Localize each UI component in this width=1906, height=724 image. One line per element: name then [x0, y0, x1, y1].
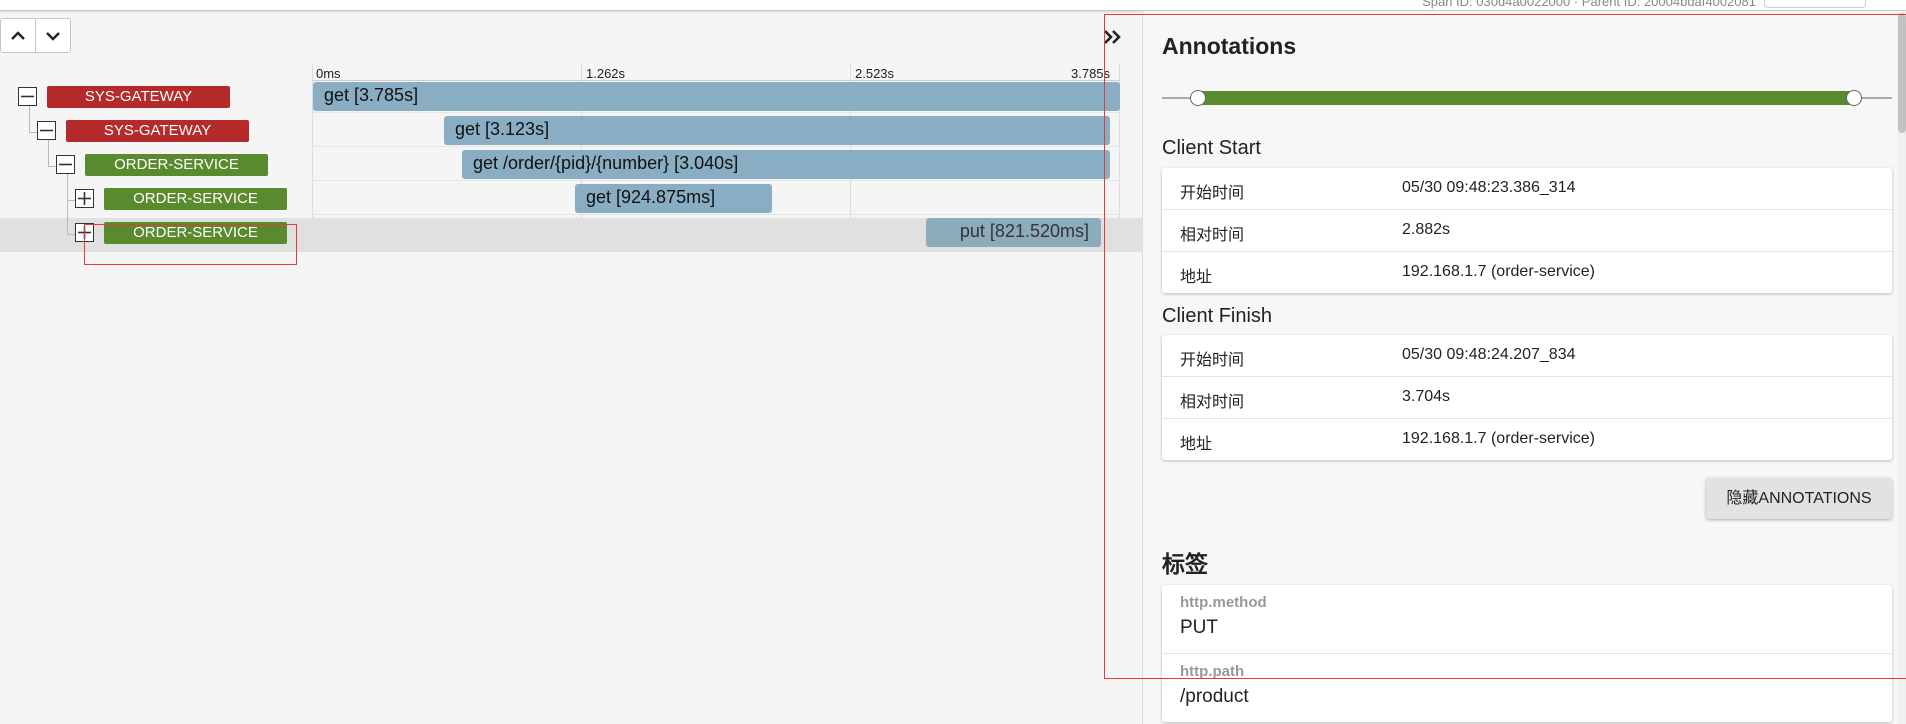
- kv-value: 05/30 09:48:23.386_314: [1402, 179, 1576, 196]
- kv-value: 05/30 09:48:24.207_834: [1402, 346, 1576, 363]
- client-start-title: Client Start: [1162, 137, 1261, 159]
- kv-key: 开始时间: [1180, 352, 1245, 369]
- tags-title: 标签: [1162, 551, 1208, 577]
- collapse-panel-button[interactable]: [1100, 24, 1126, 50]
- kv-key: 相对时间: [1180, 227, 1245, 244]
- kv-value: 3.704s: [1402, 388, 1451, 405]
- span-nav-group: [0, 18, 71, 53]
- kv-key: 地址: [1180, 436, 1213, 453]
- tree-connector: [67, 200, 75, 201]
- timeline-tick-label: 3.785s: [1071, 66, 1111, 81]
- kv-value: 2.882s: [1402, 221, 1451, 238]
- span-bar[interactable]: get /order/{pid}/{number} [3.040s]: [462, 150, 1110, 179]
- kv-row: 开始时间 05/30 09:48:24.207_834: [1162, 335, 1892, 377]
- tree-connector: [67, 174, 68, 235]
- kv-value: 192.168.1.7 (order-service): [1402, 430, 1595, 447]
- row-divider: [312, 214, 1120, 215]
- tag-item: http.method PUT: [1162, 585, 1892, 654]
- span-bar[interactable]: get [924.875ms]: [575, 184, 772, 213]
- client-start-card: 开始时间 05/30 09:48:23.386_314 相对时间 2.882s …: [1162, 168, 1892, 293]
- service-tag[interactable]: SYS-GATEWAY: [47, 86, 230, 108]
- timeline-tick-label: 2.523s: [855, 66, 895, 81]
- span-meta-text: Span ID: 030d4a0022000 · Parent ID: 2000…: [1422, 0, 1756, 9]
- service-tag[interactable]: ORDER-SERVICE: [104, 222, 287, 244]
- tree-connector: [67, 234, 75, 235]
- panel-scrollbar-thumb[interactable]: [1898, 13, 1906, 133]
- span-details-panel: Annotations Client Start 开始时间 05/30 09:4…: [1142, 11, 1906, 724]
- span-bar[interactable]: put [821.520ms]: [926, 218, 1101, 247]
- kv-row: 地址 192.168.1.7 (order-service): [1162, 419, 1892, 460]
- kv-row: 地址 192.168.1.7 (order-service): [1162, 252, 1892, 293]
- tree-connector: [48, 166, 56, 167]
- tree-connector: [48, 140, 49, 167]
- tree-connector: [29, 132, 37, 133]
- prev-span-button[interactable]: [1, 19, 35, 52]
- range-end-handle[interactable]: [1846, 90, 1862, 106]
- range-start-handle[interactable]: [1190, 90, 1206, 106]
- kv-key: 开始时间: [1180, 185, 1245, 202]
- service-tag[interactable]: SYS-GATEWAY: [66, 120, 249, 142]
- kv-row: 相对时间 3.704s: [1162, 377, 1892, 419]
- kv-row: 开始时间 05/30 09:48:23.386_314: [1162, 168, 1892, 210]
- expand-icon[interactable]: [75, 223, 94, 242]
- client-finish-title: Client Finish: [1162, 305, 1273, 327]
- row-divider: [312, 112, 1120, 113]
- chevron-up-icon: [11, 30, 25, 40]
- top-bar: Span ID: 030d4a0022000 · Parent ID: 2000…: [0, 0, 1906, 11]
- annotations-title: Annotations: [1162, 33, 1297, 59]
- tag-value: PUT: [1180, 617, 1218, 638]
- expand-icon[interactable]: [75, 189, 94, 208]
- collapse-icon[interactable]: [56, 155, 75, 174]
- panel-scrollbar[interactable]: [1897, 11, 1906, 724]
- timeline-tick-label: 0ms: [316, 66, 341, 81]
- tag-item: http.path /product: [1162, 654, 1892, 722]
- collapse-icon[interactable]: [37, 121, 56, 140]
- tree-connector: [29, 106, 30, 133]
- collapse-icon[interactable]: [18, 87, 37, 106]
- kv-row: 相对时间 2.882s: [1162, 210, 1892, 252]
- tag-value: /product: [1180, 686, 1249, 707]
- annotation-range-fill: [1197, 91, 1853, 105]
- timeline-tick-label: 1.262s: [586, 66, 626, 81]
- service-tag[interactable]: ORDER-SERVICE: [104, 188, 287, 210]
- span-bar[interactable]: get [3.123s]: [444, 116, 1110, 145]
- row-divider: [312, 146, 1120, 147]
- tags-card: http.method PUT http.path /product: [1162, 585, 1892, 722]
- service-tag[interactable]: ORDER-SERVICE: [85, 154, 268, 176]
- timeline-axis: [312, 80, 1120, 81]
- tag-key: http.path: [1180, 663, 1245, 680]
- tag-key: http.method: [1180, 594, 1267, 611]
- double-chevron-right-icon: [1104, 30, 1121, 44]
- next-span-button[interactable]: [35, 19, 70, 52]
- row-divider: [312, 180, 1120, 181]
- client-finish-card: 开始时间 05/30 09:48:24.207_834 相对时间 3.704s …: [1162, 335, 1892, 460]
- top-action-button[interactable]: [1764, 0, 1866, 8]
- span-bar[interactable]: get [3.785s]: [313, 82, 1120, 111]
- hide-annotations-button[interactable]: 隐藏ANNOTATIONS: [1706, 478, 1892, 519]
- chevron-down-icon: [46, 31, 60, 41]
- kv-key: 地址: [1180, 269, 1213, 286]
- kv-value: 192.168.1.7 (order-service): [1402, 263, 1595, 280]
- kv-key: 相对时间: [1180, 394, 1245, 411]
